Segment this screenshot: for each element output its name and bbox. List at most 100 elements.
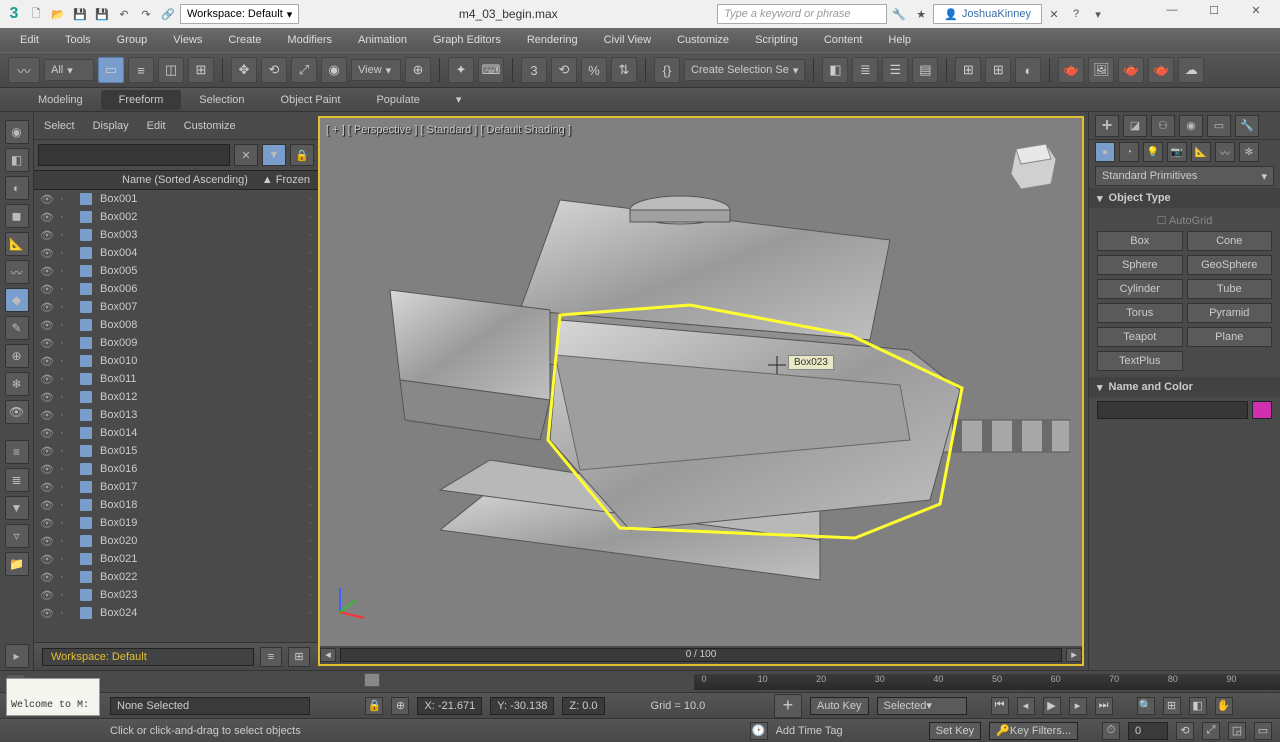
freeze-icon[interactable]: · [60, 283, 72, 295]
layers-icon[interactable]: ☰ [882, 57, 908, 83]
nav-orbit-icon[interactable]: ⟲ [1176, 722, 1194, 740]
scene-row[interactable]: 👁·Box005· [34, 262, 318, 280]
freeze-icon[interactable]: · [60, 445, 72, 457]
lock-selection-icon[interactable]: 🔒 [365, 697, 383, 715]
freeze-icon[interactable]: · [60, 355, 72, 367]
angle-snap-icon[interactable]: ⟲ [551, 57, 577, 83]
menu-views[interactable]: Views [161, 30, 214, 50]
viewport-label[interactable]: [ + ] [ Perspective ] [ Standard ] [ Def… [326, 124, 571, 136]
frozen-dot[interactable]: · [308, 553, 312, 565]
freeze-icon[interactable]: · [60, 427, 72, 439]
scene-row[interactable]: 👁·Box019· [34, 514, 318, 532]
scene-list[interactable]: 👁·Box001·👁·Box002·👁·Box003·👁·Box004·👁·Bo… [34, 190, 318, 642]
scene-row[interactable]: 👁·Box012· [34, 388, 318, 406]
ws-config-icon[interactable]: ⊞ [288, 647, 310, 667]
menu-tools[interactable]: Tools [53, 30, 103, 50]
help-icon[interactable]: ? [1066, 4, 1086, 24]
scene-clear-icon[interactable]: ✕ [234, 144, 258, 166]
viewcube[interactable] [996, 134, 1066, 194]
ribbon-freeform[interactable]: Freeform [101, 90, 182, 110]
frozen-dot[interactable]: · [308, 445, 312, 457]
scene-row[interactable]: 👁·Box002· [34, 208, 318, 226]
cat-cameras-icon[interactable]: 📷 [1167, 142, 1187, 162]
scene-filter-icon[interactable]: ▼ [262, 144, 286, 166]
goto-start-icon[interactable]: ⏮ [991, 697, 1009, 715]
minimize-button[interactable]: — [1152, 4, 1192, 24]
visibility-icon[interactable]: 👁 [40, 535, 52, 547]
visibility-icon[interactable]: 👁 [40, 391, 52, 403]
frozen-dot[interactable]: · [308, 337, 312, 349]
signed-in-user[interactable]: 👤JoshuaKinney [933, 4, 1042, 24]
rect-select-icon[interactable]: ◫ [158, 57, 184, 83]
frozen-dot[interactable]: · [308, 391, 312, 403]
set-key-big-icon[interactable]: + [774, 694, 802, 718]
primitive-geosphere-button[interactable]: GeoSphere [1187, 255, 1273, 275]
frozen-dot[interactable]: · [308, 481, 312, 493]
menu-modifiers[interactable]: Modifiers [275, 30, 344, 50]
render-online-icon[interactable]: ☁ [1178, 57, 1204, 83]
visibility-icon[interactable]: 👁 [40, 373, 52, 385]
scene-row[interactable]: 👁·Box004· [34, 244, 318, 262]
search-settings-icon[interactable]: 🔧 [889, 4, 909, 24]
strip-tag-icon[interactable]: ▿ [5, 524, 29, 548]
freeze-icon[interactable]: · [60, 319, 72, 331]
percent-snap-icon[interactable]: % [581, 57, 607, 83]
visibility-icon[interactable]: 👁 [40, 319, 52, 331]
menu-rendering[interactable]: Rendering [515, 30, 590, 50]
ribbon-objectpaint[interactable]: Object Paint [263, 90, 359, 110]
scene-row[interactable]: 👁·Box022· [34, 568, 318, 586]
strip-helper-icon[interactable]: 〰 [5, 260, 29, 284]
frozen-dot[interactable]: · [308, 283, 312, 295]
undo-icon[interactable]: ↶ [114, 4, 134, 24]
freeze-icon[interactable]: · [60, 373, 72, 385]
time-config-icon[interactable]: ⏱ [1102, 722, 1120, 740]
abs-transform-icon[interactable]: ⊕ [391, 697, 409, 715]
freeze-icon[interactable]: · [60, 391, 72, 403]
render-prod-icon[interactable]: 🫖 [1118, 57, 1144, 83]
visibility-icon[interactable]: 👁 [40, 193, 52, 205]
primitive-category-combo[interactable]: Standard Primitives▾ [1095, 166, 1274, 186]
freeze-icon[interactable]: · [60, 535, 72, 547]
scene-row[interactable]: 👁·Box001· [34, 190, 318, 208]
ref-coord-combo[interactable]: View▾ [351, 59, 401, 81]
pivot-center-icon[interactable]: ⊕ [405, 57, 431, 83]
named-selset-combo[interactable]: Create Selection Se▾ [684, 59, 805, 81]
cmd-utilities-icon[interactable]: 🔧 [1235, 115, 1259, 137]
move-icon[interactable]: ✥ [231, 57, 257, 83]
frozen-dot[interactable]: · [308, 229, 312, 241]
strip-camera-icon[interactable]: 📐 [5, 232, 29, 256]
render-setup-icon[interactable]: 🫖 [1058, 57, 1084, 83]
edit-named-sel-icon[interactable]: {} [654, 57, 680, 83]
freeze-icon[interactable]: · [60, 409, 72, 421]
cat-spacewarps-icon[interactable]: 〰 [1215, 142, 1235, 162]
visibility-icon[interactable]: 👁 [40, 211, 52, 223]
freeze-icon[interactable]: · [60, 589, 72, 601]
primitive-box-button[interactable]: Box [1097, 231, 1183, 251]
rollout-object-type[interactable]: ▾Object Type [1089, 188, 1280, 208]
coord-z[interactable]: Z: 0.0 [562, 697, 604, 715]
visibility-icon[interactable]: 👁 [40, 463, 52, 475]
spinner-snap-icon[interactable]: ⇅ [611, 57, 637, 83]
visibility-icon[interactable]: 👁 [40, 553, 52, 565]
manipulate-icon[interactable]: ✦ [448, 57, 474, 83]
freeze-icon[interactable]: · [60, 247, 72, 259]
primitive-cylinder-button[interactable]: Cylinder [1097, 279, 1183, 299]
next-frame-icon[interactable]: ▸ [1069, 697, 1087, 715]
frozen-dot[interactable]: · [308, 589, 312, 601]
cmd-display-icon[interactable]: ▭ [1207, 115, 1231, 137]
primitive-tube-button[interactable]: Tube [1187, 279, 1273, 299]
viewport[interactable]: [ + ] [ Perspective ] [ Standard ] [ Def… [318, 116, 1084, 666]
freeze-icon[interactable]: · [60, 499, 72, 511]
strip-all-icon[interactable]: ◉ [5, 120, 29, 144]
scene-tab-display[interactable]: Display [93, 120, 129, 132]
frozen-dot[interactable]: · [308, 265, 312, 277]
primitive-pyramid-button[interactable]: Pyramid [1187, 303, 1273, 323]
freeze-icon[interactable]: · [60, 301, 72, 313]
primitive-sphere-button[interactable]: Sphere [1097, 255, 1183, 275]
save-icon[interactable]: 💾 [70, 4, 90, 24]
time-slider-bar[interactable]: ◂ 0 / 100 ▸ [320, 646, 1082, 664]
scene-row[interactable]: 👁·Box010· [34, 352, 318, 370]
frozen-dot[interactable]: · [308, 301, 312, 313]
menu-animation[interactable]: Animation [346, 30, 419, 50]
ws-layers-icon[interactable]: ≡ [260, 647, 282, 667]
